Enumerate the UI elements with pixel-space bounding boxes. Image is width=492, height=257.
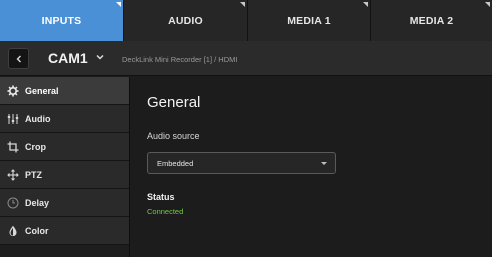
sidebar-item-audio[interactable]: Audio bbox=[0, 105, 129, 133]
sidebar-item-label: Crop bbox=[25, 142, 46, 152]
tab-audio[interactable]: AUDIO bbox=[124, 0, 248, 41]
tab-audio-label: AUDIO bbox=[168, 14, 203, 27]
tab-inputs[interactable]: INPUTS bbox=[0, 0, 124, 41]
status-label: Status bbox=[147, 192, 175, 202]
gear-icon bbox=[6, 84, 20, 98]
input-header: CAM1 DeckLink Mini Recorder [1] / HDMI bbox=[0, 41, 492, 76]
back-button[interactable] bbox=[8, 48, 29, 69]
corner-indicator-icon bbox=[240, 2, 245, 7]
sliders-icon bbox=[6, 112, 20, 126]
device-label: DeckLink Mini Recorder [1] / HDMI bbox=[122, 55, 238, 64]
tab-media-2-label: MEDIA 2 bbox=[409, 14, 454, 27]
sidebar-item-ptz[interactable]: PTZ bbox=[0, 161, 129, 189]
top-tab-bar: INPUTS AUDIO MEDIA 1 MEDIA 2 bbox=[0, 0, 492, 41]
corner-indicator-icon bbox=[116, 2, 121, 7]
tab-media-1-label: MEDIA 1 bbox=[287, 14, 331, 27]
caret-down-icon bbox=[321, 162, 327, 165]
tab-inputs-label: INPUTS bbox=[41, 14, 82, 27]
general-panel: General Audio source Embedded Status Con… bbox=[131, 77, 492, 257]
input-title[interactable]: CAM1 bbox=[48, 50, 88, 66]
crop-icon bbox=[6, 140, 20, 154]
move-arrows-icon bbox=[6, 168, 20, 182]
panel-title: General bbox=[147, 94, 201, 111]
chevron-down-icon[interactable] bbox=[96, 54, 104, 60]
corner-indicator-icon bbox=[485, 2, 490, 7]
sidebar-item-general[interactable]: General bbox=[0, 77, 129, 105]
corner-indicator-icon bbox=[363, 2, 368, 7]
audio-source-select[interactable]: Embedded bbox=[147, 152, 336, 174]
sidebar-item-label: Delay bbox=[25, 198, 50, 208]
clock-icon bbox=[6, 196, 20, 210]
sidebar-item-delay[interactable]: Delay bbox=[0, 189, 129, 217]
sidebar-item-label: General bbox=[25, 86, 59, 96]
sidebar-item-label: Audio bbox=[25, 114, 51, 124]
tab-media-2[interactable]: MEDIA 2 bbox=[371, 0, 492, 41]
status-value: Connected bbox=[147, 207, 184, 216]
settings-sidebar: General Audio Crop PTZ Delay Color bbox=[0, 77, 130, 257]
tab-media-1[interactable]: MEDIA 1 bbox=[248, 0, 371, 41]
sidebar-item-label: PTZ bbox=[25, 170, 42, 180]
app-window: INPUTS AUDIO MEDIA 1 MEDIA 2 CAM1 DeckLi… bbox=[0, 0, 492, 257]
audio-source-value: Embedded bbox=[157, 159, 194, 168]
audio-source-label: Audio source bbox=[147, 131, 200, 141]
sidebar-item-label: Color bbox=[25, 226, 49, 236]
chevron-left-icon bbox=[16, 55, 21, 62]
sidebar-item-crop[interactable]: Crop bbox=[0, 133, 129, 161]
sidebar-item-color[interactable]: Color bbox=[0, 217, 129, 245]
droplet-icon bbox=[6, 224, 20, 238]
